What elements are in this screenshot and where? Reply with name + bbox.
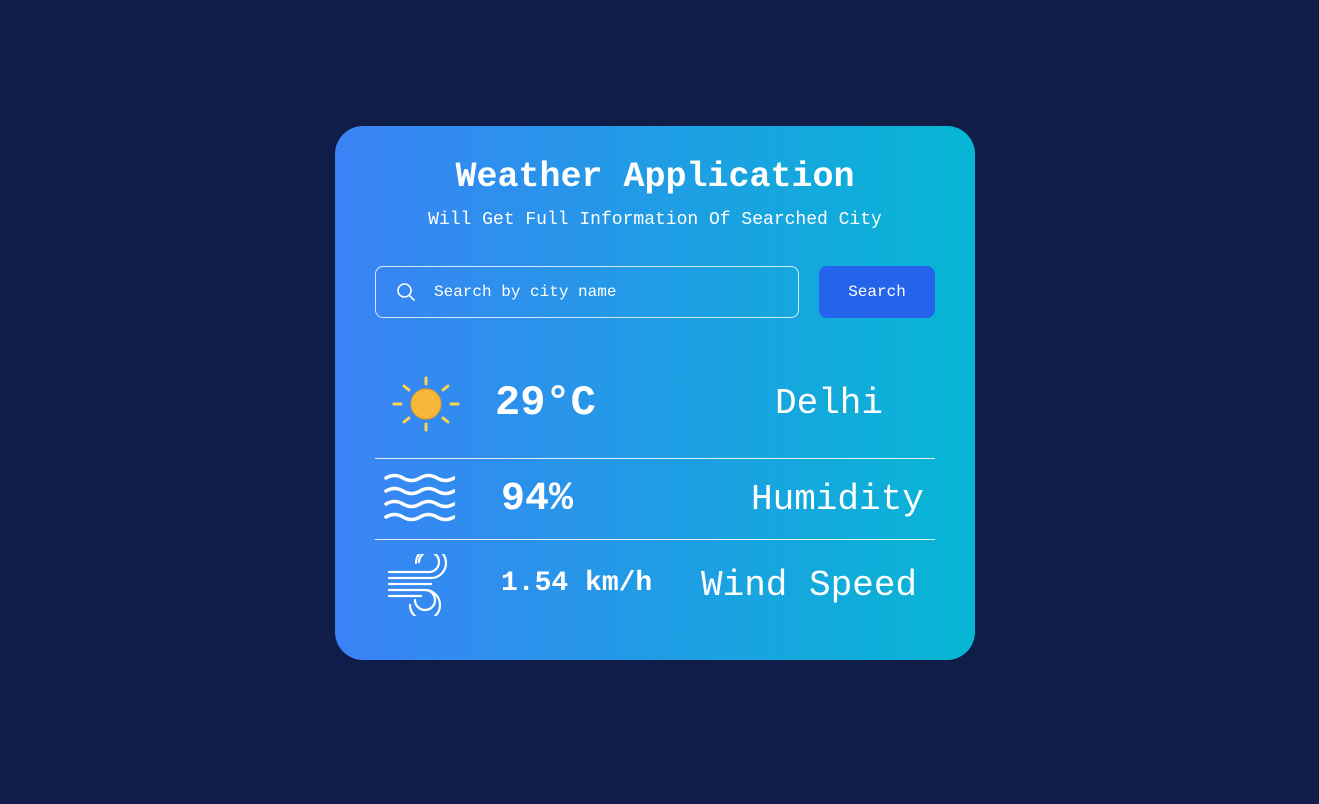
search-input[interactable] xyxy=(434,267,798,317)
app-subtitle: Will Get Full Information Of Searched Ci… xyxy=(428,210,882,230)
wind-icon xyxy=(385,546,455,622)
humidity-label: Humidity xyxy=(751,479,924,520)
waves-icon xyxy=(383,472,456,529)
divider xyxy=(375,539,935,540)
app-title: Weather Application xyxy=(455,157,855,197)
sun-icon xyxy=(392,376,460,437)
search-icon xyxy=(396,282,416,302)
humidity-value: 94% xyxy=(501,477,574,522)
search-box[interactable] xyxy=(375,266,799,318)
city-name: Delhi xyxy=(775,383,884,424)
weather-card: Weather Application Will Get Full Inform… xyxy=(335,126,975,660)
search-button[interactable]: Search xyxy=(819,266,935,318)
divider xyxy=(375,458,935,459)
wind-speed-label: Wind Speed xyxy=(701,565,918,606)
wind-speed-value: 1.54 km/h xyxy=(501,568,653,599)
temperature-value: 29°C xyxy=(495,379,596,427)
